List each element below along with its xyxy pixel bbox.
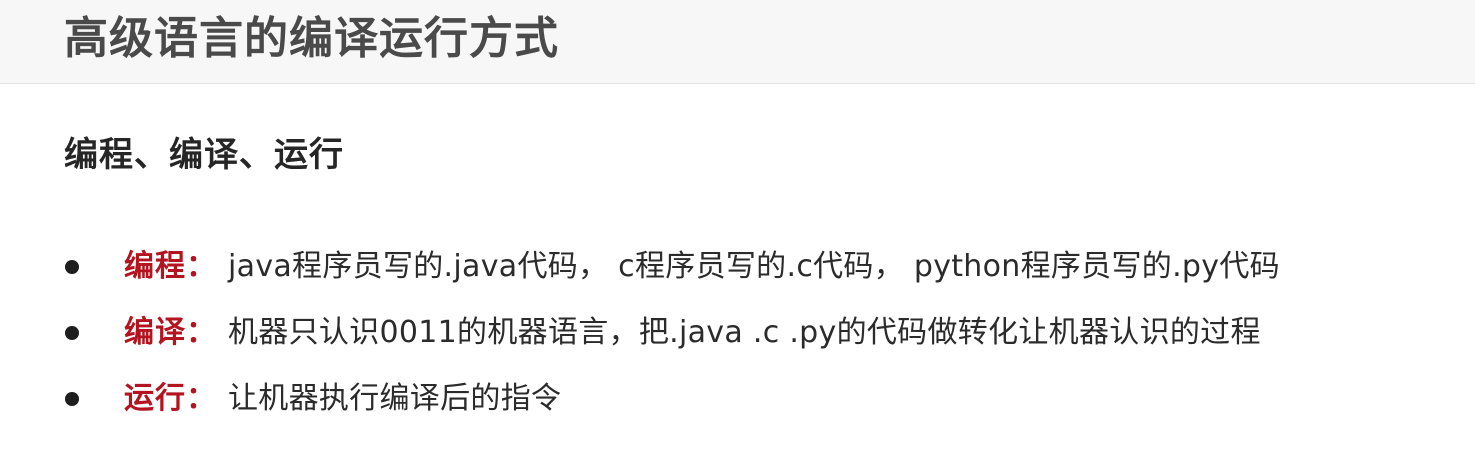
bullet-description: 让机器执行编译后的指令 [228,381,562,416]
page-title: 高级语言的编译运行方式 [64,13,559,64]
bullet-term: 运行： [124,381,217,416]
bullet-term: 编程： [124,249,217,284]
bullet-dot-icon [65,392,79,406]
bullet-description: java程序员写的.java代码， c程序员写的.c代码， python程序员写… [228,249,1280,284]
bullet-list: 编程： java程序员写的.java代码， c程序员写的.c代码， python… [0,240,1475,438]
bullet-dot-icon [65,260,79,274]
bullet-description: 机器只认识0011的机器语言，把.java .c .py的代码做转化让机器认识的… [228,315,1261,350]
bullet-term: 编译： [124,315,217,350]
bullet-dot-icon [65,326,79,340]
list-item-programming: 编程： java程序员写的.java代码， c程序员写的.c代码， python… [0,240,1475,306]
section-heading: 编程、编译、运行 [64,135,344,175]
title-bar: 高级语言的编译运行方式 [0,0,1475,84]
list-item-compiling: 编译： 机器只认识0011的机器语言，把.java .c .py的代码做转化让机… [0,306,1475,372]
list-item-running: 运行： 让机器执行编译后的指令 [0,372,1475,438]
